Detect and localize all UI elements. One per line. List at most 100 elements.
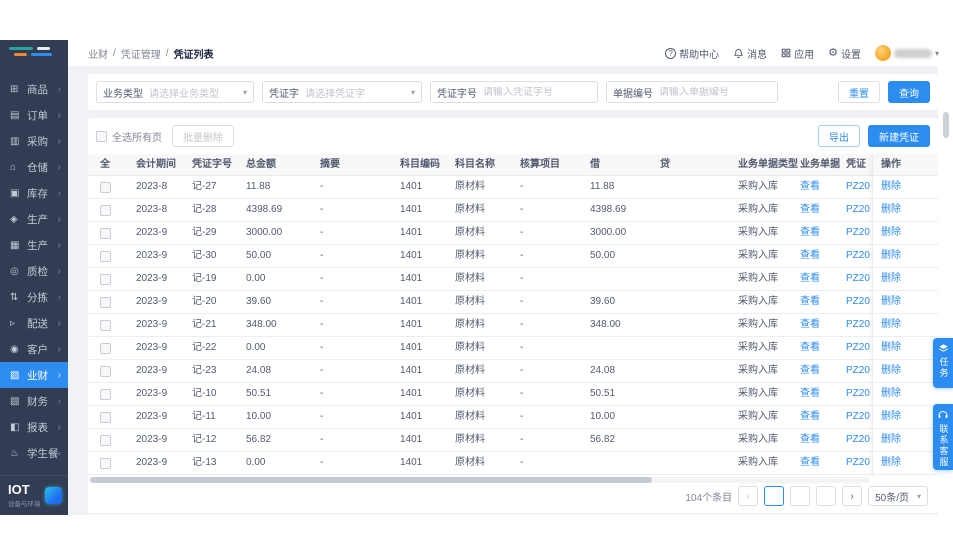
delete-link[interactable]: 删除: [881, 204, 901, 215]
row-checkbox[interactable]: [100, 181, 111, 193]
sidebar-item[interactable]: ⇅ 分拣 ›: [0, 284, 68, 310]
view-doc-link[interactable]: 查看: [800, 337, 846, 359]
sidebar-item[interactable]: ◉ 客户 ›: [0, 336, 68, 362]
voucher-no-input[interactable]: [483, 86, 591, 98]
voucher-link[interactable]: PZ20: [846, 245, 872, 267]
delete-link[interactable]: 删除: [881, 250, 901, 261]
delete-link[interactable]: 删除: [881, 273, 901, 284]
voucher-link[interactable]: PZ20: [846, 222, 872, 244]
batch-delete-button[interactable]: 批量删除: [172, 125, 234, 147]
sidebar-item[interactable]: ▦ 生产 ›: [0, 232, 68, 258]
delete-link[interactable]: 删除: [881, 365, 901, 376]
export-button[interactable]: 导出: [818, 125, 860, 147]
row-checkbox[interactable]: [100, 411, 111, 423]
view-doc-link[interactable]: 查看: [800, 452, 846, 474]
delete-link[interactable]: 删除: [881, 434, 901, 445]
sidebar-item[interactable]: ⌂ 仓储 ›: [0, 154, 68, 180]
delete-link[interactable]: 删除: [881, 388, 901, 399]
voucher-word-select[interactable]: 凭证字 请选择凭证字 ▾: [262, 81, 422, 103]
voucher-word-label: 凭证字: [269, 88, 299, 100]
voucher-link[interactable]: PZ20: [846, 199, 872, 221]
messages-button[interactable]: 消息: [733, 46, 767, 61]
voucher-link[interactable]: PZ20: [846, 429, 872, 451]
delete-link[interactable]: 删除: [881, 227, 901, 238]
sidebar-item[interactable]: ▥ 采购 ›: [0, 128, 68, 154]
voucher-link[interactable]: PZ20: [846, 406, 872, 428]
settings-button[interactable]: ⚙ 设置: [828, 46, 861, 61]
help-center-button[interactable]: ? 帮助中心: [665, 46, 719, 61]
view-doc-link[interactable]: 查看: [800, 406, 846, 428]
sidebar-item[interactable]: ▧ 财务 ›: [0, 388, 68, 414]
sidebar-item[interactable]: ♨ 学生餐 ›: [0, 440, 68, 466]
doc-no-input[interactable]: [659, 86, 771, 98]
delivery-icon: ▹: [10, 317, 16, 329]
page-size-select[interactable]: 50条/页 ▾: [868, 486, 928, 506]
row-checkbox[interactable]: [100, 319, 111, 331]
voucher-link[interactable]: PZ20: [846, 383, 872, 405]
delete-link[interactable]: 删除: [881, 342, 901, 353]
sidebar-item[interactable]: ◈ 生产 ›: [0, 206, 68, 232]
row-checkbox[interactable]: [100, 365, 111, 377]
sidebar-item[interactable]: ▹ 配送 ›: [0, 310, 68, 336]
voucher-link[interactable]: PZ20: [846, 268, 872, 290]
user-menu[interactable]: ▾: [874, 45, 939, 61]
delete-link[interactable]: 删除: [881, 319, 901, 330]
view-doc-link[interactable]: 查看: [800, 222, 846, 244]
view-doc-link[interactable]: 查看: [800, 176, 846, 198]
row-checkbox[interactable]: [100, 273, 111, 285]
view-doc-link[interactable]: 查看: [800, 314, 846, 336]
new-voucher-button[interactable]: 新建凭证: [868, 125, 930, 147]
voucher-link[interactable]: PZ20: [846, 452, 872, 474]
search-button[interactable]: 查询: [888, 81, 930, 103]
sidebar-item[interactable]: ⊞ 商品 ›: [0, 76, 68, 102]
view-doc-link[interactable]: 查看: [800, 291, 846, 313]
voucher-link[interactable]: PZ20: [846, 337, 872, 359]
cell-credit: [660, 360, 738, 382]
voucher-link[interactable]: PZ20: [846, 360, 872, 382]
delete-link[interactable]: 删除: [881, 457, 901, 468]
row-checkbox[interactable]: [100, 250, 111, 262]
page-button[interactable]: [764, 486, 785, 506]
voucher-link[interactable]: PZ20: [846, 314, 872, 336]
vertical-scrollbar-thumb[interactable]: [943, 112, 949, 138]
cell-subject-code: 1401: [400, 365, 423, 376]
view-doc-link[interactable]: 查看: [800, 268, 846, 290]
delete-link[interactable]: 删除: [881, 181, 901, 192]
row-checkbox[interactable]: [100, 388, 111, 400]
row-checkbox[interactable]: [100, 227, 111, 239]
voucher-link[interactable]: PZ20: [846, 176, 872, 198]
view-doc-link[interactable]: 查看: [800, 429, 846, 451]
delete-link[interactable]: 删除: [881, 411, 901, 422]
row-checkbox[interactable]: [100, 434, 111, 446]
sidebar-item[interactable]: ▣ 库存 ›: [0, 180, 68, 206]
breadcrumb-item[interactable]: 业财: [88, 46, 108, 61]
voucher-link[interactable]: PZ20: [846, 291, 872, 313]
view-doc-link[interactable]: 查看: [800, 245, 846, 267]
delete-link[interactable]: 删除: [881, 296, 901, 307]
cell-doc-type: 采购入库: [738, 227, 778, 238]
row-checkbox[interactable]: [100, 204, 111, 216]
support-float-button[interactable]: 联系客服: [933, 404, 953, 470]
page-button[interactable]: [816, 486, 837, 506]
select-all-checkbox[interactable]: [96, 130, 107, 142]
cell-period: 2023-9: [136, 296, 168, 307]
prev-page-button[interactable]: ‹: [738, 486, 759, 506]
next-page-button[interactable]: ›: [842, 486, 863, 506]
apps-button[interactable]: 应用: [781, 46, 814, 61]
view-doc-link[interactable]: 查看: [800, 199, 846, 221]
reset-button[interactable]: 重置: [838, 81, 880, 103]
business-type-select[interactable]: 业务类型 请选择业务类型 ▾: [96, 81, 254, 103]
sidebar-item[interactable]: ◧ 报表 ›: [0, 414, 68, 440]
row-checkbox[interactable]: [100, 296, 111, 308]
row-checkbox[interactable]: [100, 457, 111, 469]
breadcrumb-item[interactable]: 凭证管理: [121, 46, 161, 61]
row-checkbox[interactable]: [100, 342, 111, 354]
page-button[interactable]: [790, 486, 811, 506]
header-select[interactable]: 全: [100, 154, 110, 175]
view-doc-link[interactable]: 查看: [800, 383, 846, 405]
tasks-float-button[interactable]: 任务: [933, 338, 953, 388]
sidebar-item[interactable]: ◎ 质检 ›: [0, 258, 68, 284]
view-doc-link[interactable]: 查看: [800, 360, 846, 382]
sidebar-item[interactable]: ▨ 业财 ›: [0, 362, 68, 388]
sidebar-item[interactable]: ▤ 订单 ›: [0, 102, 68, 128]
